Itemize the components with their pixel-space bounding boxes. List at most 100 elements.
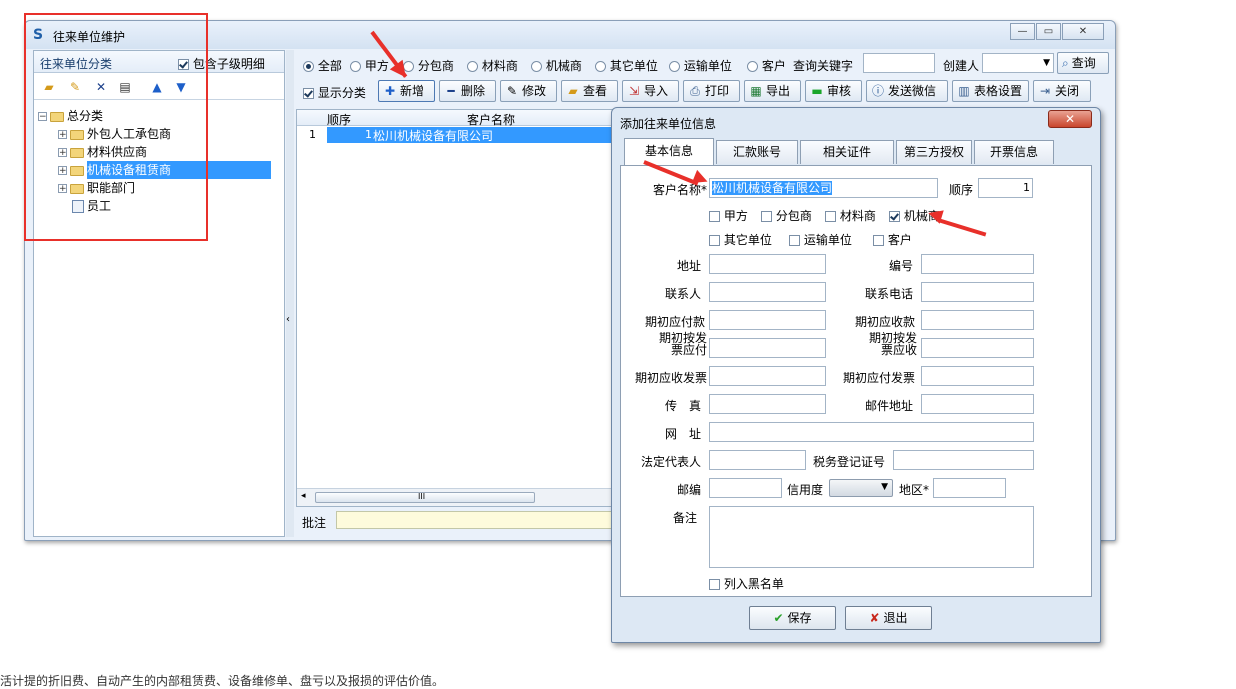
website-input[interactable] bbox=[709, 422, 1034, 442]
filter-radio-customer[interactable]: 客户 bbox=[747, 57, 786, 74]
add-unit-dialog: 添加往来单位信息 ✕ 基本信息 汇款账号 相关证件 第三方授权 开票信息 客户名… bbox=[611, 107, 1101, 643]
row-selected-cells[interactable]: 1 松川机械设备有限公司 bbox=[327, 127, 615, 143]
code-input[interactable] bbox=[921, 254, 1034, 274]
dialog-close-button[interactable]: ✕ bbox=[1048, 110, 1092, 128]
column-header-order[interactable]: 顺序 bbox=[327, 111, 351, 128]
type-checkbox-party-a[interactable]: 甲方 bbox=[709, 207, 748, 224]
checkbox-icon[interactable] bbox=[825, 211, 836, 222]
close-button[interactable]: ⇥ 关闭 bbox=[1033, 80, 1091, 102]
note-label: 批注 bbox=[302, 516, 327, 530]
order-input[interactable]: 1 bbox=[978, 178, 1033, 198]
filter-radio-all[interactable]: 全部 bbox=[303, 57, 342, 74]
checkbox-icon[interactable] bbox=[873, 235, 884, 246]
type-label: 甲方 bbox=[723, 209, 748, 223]
legal-rep-input[interactable] bbox=[709, 450, 806, 470]
panel-splitter[interactable]: ‹ bbox=[286, 50, 294, 537]
filter-radio-transport[interactable]: 运输单位 bbox=[669, 57, 732, 74]
credit-select[interactable]: ▼ bbox=[829, 479, 893, 497]
send-wechat-button[interactable]: ⓘ 发送微信 bbox=[866, 80, 948, 102]
address-input[interactable] bbox=[709, 254, 826, 274]
init-receivable-input[interactable] bbox=[921, 310, 1034, 330]
checkbox-icon[interactable] bbox=[761, 211, 772, 222]
radio-icon[interactable] bbox=[747, 61, 758, 72]
keyword-input[interactable] bbox=[863, 53, 935, 73]
type-label: 运输单位 bbox=[803, 233, 852, 247]
tab-basic-info[interactable]: 基本信息 bbox=[624, 138, 714, 166]
tab-third-party-auth[interactable]: 第三方授权 bbox=[896, 140, 972, 164]
delete-button[interactable]: ━ 删除 bbox=[439, 80, 496, 102]
filter-radio-other[interactable]: 其它单位 bbox=[595, 57, 658, 74]
save-button[interactable]: ✔ 保存 bbox=[749, 606, 836, 630]
tab-remit-account[interactable]: 汇款账号 bbox=[716, 140, 798, 164]
contact-input[interactable] bbox=[709, 282, 826, 302]
postcode-input[interactable] bbox=[709, 478, 782, 498]
init-invoice-receivable-input[interactable] bbox=[921, 338, 1034, 358]
export-button[interactable]: ▦ 导出 bbox=[744, 80, 801, 102]
remark-textarea[interactable] bbox=[709, 506, 1034, 568]
init-invoice-payable-input[interactable] bbox=[709, 338, 826, 358]
radio-icon[interactable] bbox=[350, 61, 361, 72]
minimize-button[interactable]: — bbox=[1010, 23, 1035, 40]
exit-icon: ⇥ bbox=[1039, 84, 1051, 98]
order-value: 1 bbox=[1023, 181, 1030, 194]
type-checkbox-subcontractor[interactable]: 分包商 bbox=[761, 207, 812, 224]
tab-certificates[interactable]: 相关证件 bbox=[800, 140, 894, 164]
region-input[interactable] bbox=[933, 478, 1006, 498]
scroll-left-icon[interactable]: ◂ bbox=[301, 491, 306, 501]
type-checkbox-other[interactable]: 其它单位 bbox=[709, 231, 772, 248]
init-payable-invoice-input[interactable] bbox=[921, 366, 1034, 386]
radio-label: 材料商 bbox=[481, 59, 518, 73]
type-checkbox-transport[interactable]: 运输单位 bbox=[789, 231, 852, 248]
column-header-name[interactable]: 客户名称 bbox=[467, 111, 515, 128]
query-button[interactable]: ⌕ 查询 bbox=[1057, 52, 1109, 74]
type-label: 其它单位 bbox=[723, 233, 772, 247]
maximize-button[interactable]: ▭ bbox=[1036, 23, 1061, 40]
init-payable-input[interactable] bbox=[709, 310, 826, 330]
radio-icon[interactable] bbox=[595, 61, 606, 72]
note-input[interactable] bbox=[336, 511, 614, 529]
checkbox-icon[interactable] bbox=[789, 235, 800, 246]
email-input[interactable] bbox=[921, 394, 1034, 414]
show-category-check-icon[interactable] bbox=[303, 88, 314, 99]
fax-input[interactable] bbox=[709, 394, 826, 414]
filter-radio-machinery[interactable]: 机械商 bbox=[531, 57, 582, 74]
chevron-down-icon[interactable]: ▼ bbox=[1043, 54, 1050, 72]
tax-no-input[interactable] bbox=[893, 450, 1034, 470]
radio-icon[interactable] bbox=[531, 61, 542, 72]
close-window-button[interactable]: ✕ bbox=[1062, 23, 1104, 40]
table-settings-button[interactable]: ▥ 表格设置 bbox=[952, 80, 1029, 102]
checkbox-icon[interactable] bbox=[709, 235, 720, 246]
email-label: 邮件地址 bbox=[864, 399, 913, 413]
print-button[interactable]: ⎙ 打印 bbox=[683, 80, 740, 102]
filter-radio-party-a[interactable]: 甲方 bbox=[350, 57, 389, 74]
phone-input[interactable] bbox=[921, 282, 1034, 302]
view-button[interactable]: ▰ 查看 bbox=[561, 80, 618, 102]
tab-invoice-info[interactable]: 开票信息 bbox=[974, 140, 1054, 164]
dialog-title: 添加往来单位信息 bbox=[620, 117, 717, 131]
horizontal-scrollbar[interactable]: ◂ III bbox=[297, 488, 615, 506]
scroll-thumb[interactable]: III bbox=[315, 492, 535, 503]
import-button[interactable]: ⇲ 导入 bbox=[622, 80, 679, 102]
show-category-checkbox[interactable]: 显示分类 bbox=[303, 84, 366, 101]
filter-radio-material[interactable]: 材料商 bbox=[467, 57, 518, 74]
edit-button[interactable]: ✎ 修改 bbox=[500, 80, 557, 102]
exit-button[interactable]: ✘ 退出 bbox=[845, 606, 932, 630]
checkbox-checked-icon[interactable] bbox=[889, 211, 900, 222]
collapse-arrow-icon[interactable]: ‹ bbox=[286, 314, 290, 325]
type-checkbox-customer[interactable]: 客户 bbox=[873, 231, 912, 248]
checkbox-icon[interactable] bbox=[709, 211, 720, 222]
creator-select[interactable]: ▼ bbox=[982, 53, 1054, 73]
table-row[interactable]: 1 1 松川机械设备有限公司 bbox=[297, 127, 615, 143]
tab-label: 汇款账号 bbox=[732, 145, 781, 159]
radio-icon[interactable] bbox=[669, 61, 680, 72]
chevron-down-icon[interactable]: ▼ bbox=[881, 482, 888, 492]
checkbox-icon[interactable] bbox=[709, 579, 720, 590]
customer-name-input[interactable]: 松川机械设备有限公司 bbox=[709, 178, 938, 198]
radio-icon[interactable] bbox=[303, 61, 314, 72]
audit-button[interactable]: ▬ 审核 bbox=[805, 80, 862, 102]
add-button[interactable]: ✚ 新增 bbox=[378, 80, 435, 102]
type-checkbox-material[interactable]: 材料商 bbox=[825, 207, 876, 224]
radio-icon[interactable] bbox=[467, 61, 478, 72]
init-receivable-invoice-input[interactable] bbox=[709, 366, 826, 386]
blacklist-checkbox[interactable]: 列入黑名单 bbox=[709, 575, 784, 592]
